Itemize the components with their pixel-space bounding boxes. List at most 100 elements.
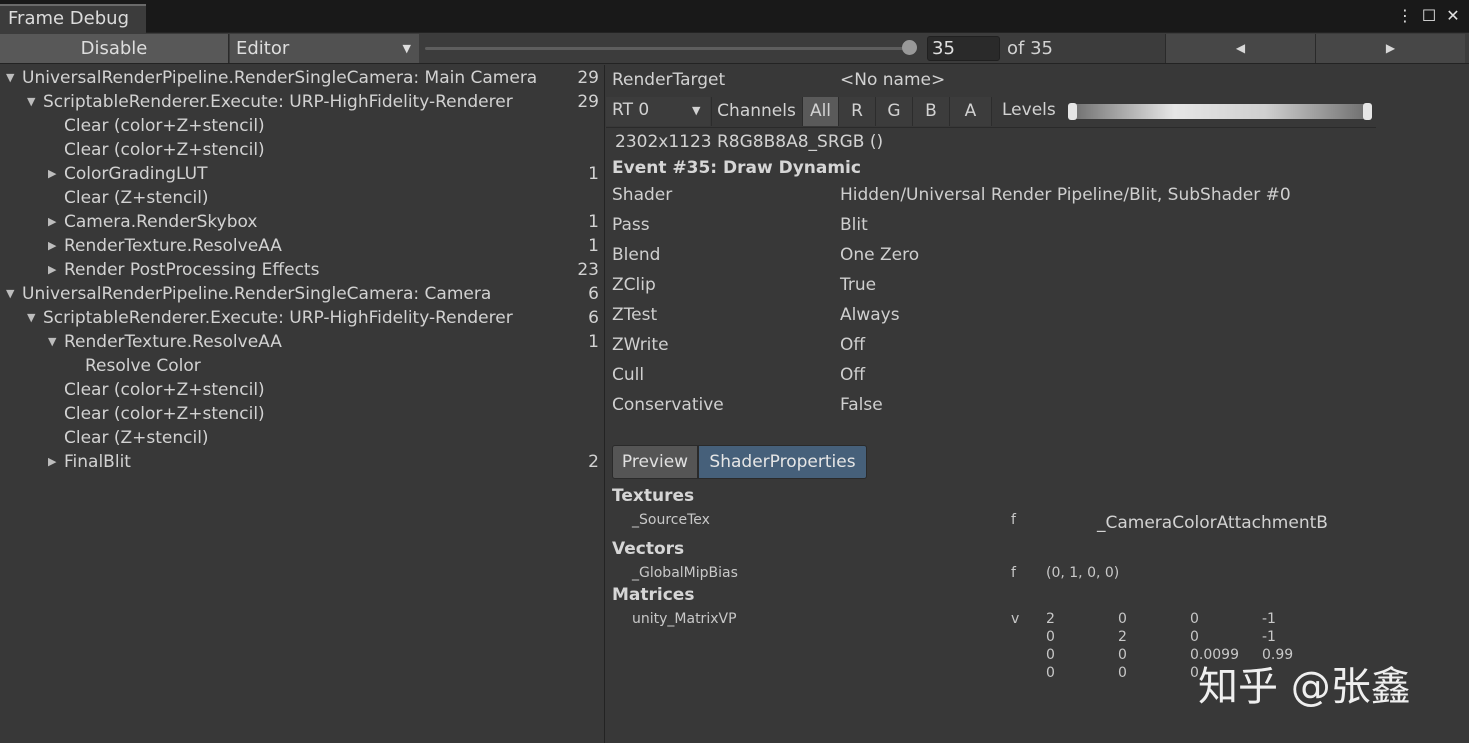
channel-all-button[interactable]: All	[802, 97, 838, 126]
disable-button[interactable]: Disable	[0, 34, 229, 63]
target-dropdown-value: Editor	[236, 38, 290, 59]
tree-row[interactable]: ▶ RenderTexture.ResolveAA 1	[0, 234, 605, 258]
tree-row-count: 29	[577, 92, 599, 112]
tree-row[interactable]: ▼ ScriptableRenderer.Execute: URP-HighFid…	[0, 306, 605, 330]
tree-row-count: 1	[588, 332, 599, 352]
collapsed-arrow-icon[interactable]: ▶	[48, 162, 56, 186]
matrix-cell: 0	[1190, 611, 1199, 627]
rt-dropdown[interactable]: RT 0 ▼	[606, 97, 710, 126]
vectors-header: Vectors	[612, 539, 685, 559]
tree-row[interactable]: Clear (color+Z+stencil)	[0, 402, 605, 426]
texture-value[interactable]: _CameraColorAttachmentB	[1097, 513, 1328, 533]
next-event-button[interactable]: ▶	[1315, 34, 1465, 63]
divider	[606, 127, 1376, 128]
tree-row[interactable]: ▶ ColorGradingLUT 1	[0, 162, 605, 186]
tree-row[interactable]: Clear (color+Z+stencil)	[0, 378, 605, 402]
tree-row-label: Clear (color+Z+stencil)	[64, 380, 265, 400]
tree-row-label: Resolve Color	[85, 356, 201, 376]
property-value: Always	[840, 305, 900, 325]
window-tab-bar: Frame Debug ⋮ ☐ ✕	[0, 0, 1469, 33]
chevron-down-icon: ▼	[402, 42, 411, 55]
levels-range-slider[interactable]	[1068, 103, 1372, 120]
tree-row-count: 29	[577, 68, 599, 88]
property-key: ZClip	[612, 275, 656, 295]
more-options-icon[interactable]: ⋮	[1397, 5, 1413, 27]
tree-row-label: ColorGradingLUT	[64, 164, 208, 184]
collapsed-arrow-icon[interactable]: ▶	[48, 234, 56, 258]
vector-name: _GlobalMipBias	[632, 565, 738, 581]
tree-row[interactable]: Clear (color+Z+stencil)	[0, 138, 605, 162]
vector-value: (0, 1, 0, 0)	[1046, 565, 1120, 581]
tree-row[interactable]: ▶ Camera.RenderSkybox 1	[0, 210, 605, 234]
tree-row-count: 1	[588, 212, 599, 232]
levels-label: Levels	[1002, 100, 1056, 120]
target-dropdown[interactable]: Editor ▼	[230, 34, 419, 63]
chevron-down-icon: ▼	[692, 104, 701, 117]
property-value: Hidden/Universal Render Pipeline/Blit, S…	[840, 185, 1291, 205]
expanded-arrow-icon[interactable]: ▼	[6, 66, 14, 90]
property-value: Off	[840, 335, 866, 355]
collapsed-arrow-icon[interactable]: ▶	[48, 450, 56, 474]
collapsed-arrow-icon[interactable]: ▶	[48, 258, 56, 282]
frame-slider-thumb[interactable]	[902, 40, 917, 55]
tree-row[interactable]: ▶ FinalBlit 2	[0, 450, 605, 474]
matrix-stage: v	[1011, 611, 1020, 627]
tree-row[interactable]: ▼ UniversalRenderPipeline.RenderSingleCam…	[0, 282, 605, 306]
frame-total-label: of 35	[1007, 38, 1053, 59]
channel-r-button[interactable]: R	[838, 97, 875, 126]
tree-row[interactable]: ▼ ScriptableRenderer.Execute: URP-HighFid…	[0, 90, 605, 114]
property-value: One Zero	[840, 245, 920, 265]
tree-row[interactable]: ▼ RenderTexture.ResolveAA 1	[0, 330, 605, 354]
matrix-cell: 0	[1118, 611, 1127, 627]
tree-row-label: Clear (color+Z+stencil)	[64, 404, 265, 424]
vector-stage: f	[1011, 565, 1016, 581]
tree-row[interactable]: Clear (Z+stencil)	[0, 426, 605, 450]
matrix-cell: 0	[1046, 629, 1055, 645]
previous-event-button[interactable]: ◀	[1165, 34, 1315, 63]
watermark-logo: 知乎 @张鑫	[1198, 664, 1411, 710]
tree-row-label: RenderTexture.ResolveAA	[64, 236, 282, 256]
channel-a-button[interactable]: A	[949, 97, 992, 126]
tree-row-count: 6	[588, 284, 599, 304]
frame-index-input[interactable]: 35	[927, 36, 1000, 61]
close-icon[interactable]: ✕	[1445, 5, 1461, 27]
frame-slider-track[interactable]	[425, 47, 911, 50]
tree-row[interactable]: Clear (color+Z+stencil)	[0, 114, 605, 138]
tab-preview[interactable]: Preview	[612, 445, 698, 479]
expanded-arrow-icon[interactable]: ▼	[48, 330, 56, 354]
tree-row-label: FinalBlit	[64, 452, 131, 472]
matrix-cell: 2	[1118, 629, 1127, 645]
channel-g-button[interactable]: G	[875, 97, 912, 126]
tree-row-count: 2	[588, 452, 599, 472]
expanded-arrow-icon[interactable]: ▼	[27, 90, 35, 114]
textures-header: Textures	[612, 486, 695, 506]
property-key: Blend	[612, 245, 661, 265]
property-key: ZWrite	[612, 335, 669, 355]
expanded-arrow-icon[interactable]: ▼	[27, 306, 35, 330]
frame-debug-toolbar: Disable Editor ▼ 35 of 35 ◀ ▶	[0, 33, 1469, 64]
matrix-cell: 0	[1118, 647, 1127, 663]
expanded-arrow-icon[interactable]: ▼	[6, 282, 14, 306]
tree-row[interactable]: ▼ UniversalRenderPipeline.RenderSingleCam…	[0, 66, 605, 90]
property-key: Cull	[612, 365, 645, 385]
channel-b-button[interactable]: B	[912, 97, 949, 126]
tree-row-count: 6	[588, 308, 599, 328]
tab-frame-debug[interactable]: Frame Debug	[0, 4, 146, 33]
tree-row-label: Clear (color+Z+stencil)	[64, 140, 265, 160]
tree-row-label: Render PostProcessing Effects	[64, 260, 320, 280]
tree-row[interactable]: Clear (Z+stencil)	[0, 186, 605, 210]
matrix-cell: -1	[1262, 611, 1276, 627]
render-target-value: <No name>	[840, 70, 946, 90]
window-controls: ⋮ ☐ ✕	[1397, 5, 1461, 27]
collapsed-arrow-icon[interactable]: ▶	[48, 210, 56, 234]
arrow-left-icon: ◀	[1235, 41, 1246, 55]
matrix-cell: 0	[1046, 647, 1055, 663]
matrix-cell: 0	[1118, 665, 1127, 681]
texture-name: _SourceTex	[632, 512, 710, 528]
property-key: Pass	[612, 215, 650, 235]
tab-shader-properties[interactable]: ShaderProperties	[698, 445, 867, 479]
tree-row[interactable]: ▶ Render PostProcessing Effects 23	[0, 258, 605, 282]
maximize-icon[interactable]: ☐	[1421, 5, 1437, 27]
tree-row[interactable]: Resolve Color	[0, 354, 605, 378]
tree-row-label: ScriptableRenderer.Execute: URP-HighFide…	[43, 92, 513, 112]
